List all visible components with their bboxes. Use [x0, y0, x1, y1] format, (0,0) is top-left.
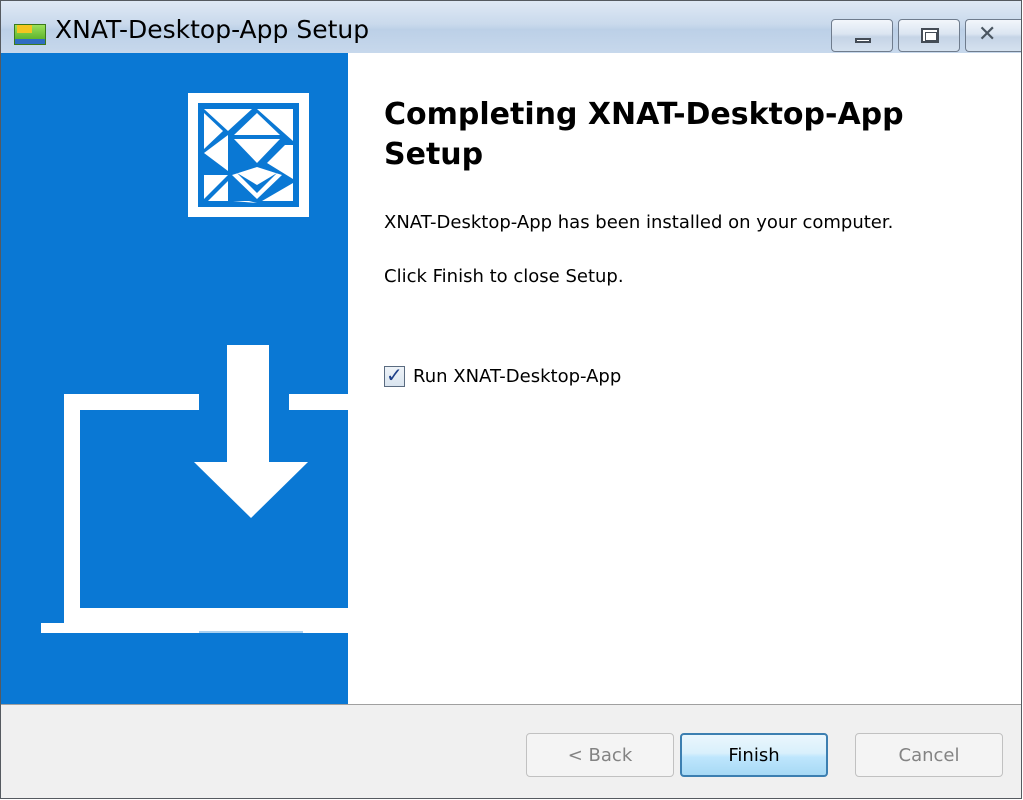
run-app-option[interactable]: ✓ Run XNAT-Desktop-App: [384, 363, 621, 389]
app-icon-badge: [17, 25, 32, 33]
run-app-label[interactable]: Run XNAT-Desktop-App: [413, 366, 621, 387]
back-button[interactable]: < Back: [526, 733, 674, 777]
cancel-button[interactable]: Cancel: [855, 733, 1003, 777]
close-icon: ✕: [978, 22, 997, 47]
checkmark-icon: ✓: [386, 362, 403, 387]
finish-instruction: Click Finish to close Setup.: [384, 266, 624, 287]
laptop-download-icon: [41, 345, 348, 635]
installed-message: XNAT-Desktop-App has been installed on y…: [384, 212, 894, 233]
finish-button[interactable]: Finish: [680, 733, 828, 777]
maximize-button[interactable]: [898, 19, 960, 52]
wizard-footer: < Back Finish Cancel: [1, 704, 1021, 798]
title-bar[interactable]: XNAT-Desktop-App Setup ✕: [1, 1, 1021, 53]
window-title: XNAT-Desktop-App Setup: [55, 15, 370, 44]
run-app-checkbox[interactable]: ✓: [384, 362, 405, 387]
app-icon-stripe: [15, 39, 45, 44]
page-heading: Completing XNAT-Desktop-App Setup: [384, 97, 904, 172]
minimize-icon: [855, 38, 871, 43]
setup-window: XNAT-Desktop-App Setup ✕ Completing XNAT…: [0, 0, 1022, 799]
close-button[interactable]: ✕: [965, 19, 1021, 52]
maximize-icon: [921, 28, 939, 43]
minimize-button[interactable]: [831, 19, 893, 52]
wizard-banner: [1, 53, 348, 704]
xnat-app-icon: [14, 24, 46, 45]
xnat-logo-icon: [188, 93, 309, 217]
